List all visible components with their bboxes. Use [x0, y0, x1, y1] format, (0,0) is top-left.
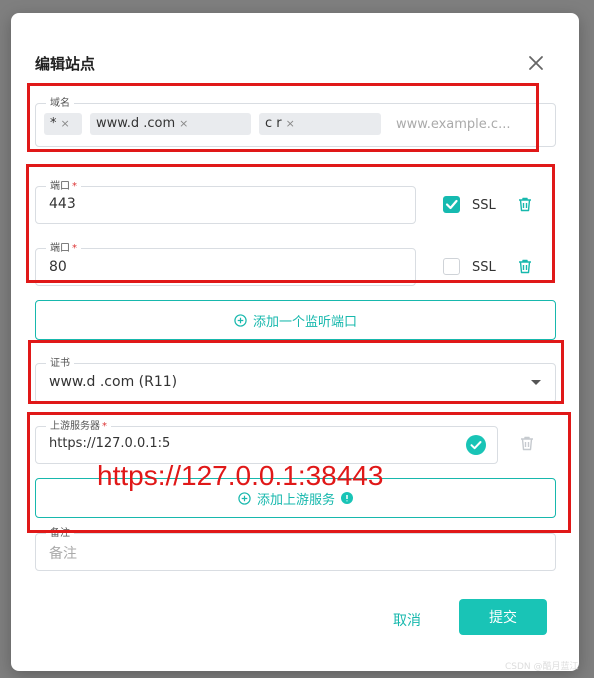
plus-circle-icon: [238, 491, 251, 505]
ssl-label: SSL: [472, 260, 496, 275]
delete-upstream-icon[interactable]: [519, 435, 535, 451]
domain-chip: www.d .com ×: [90, 113, 251, 135]
info-badge-icon: [341, 492, 353, 504]
remark-placeholder: 备注: [49, 546, 77, 562]
port-input-80[interactable]: 端口 * 80: [35, 242, 416, 286]
port-label: 端口 *: [46, 180, 81, 194]
annotation-upstream-url: https://127.0.0.1:38443: [97, 460, 384, 491]
delete-port-icon[interactable]: [517, 196, 533, 212]
submit-button[interactable]: 提交: [459, 599, 547, 635]
upstream-label: 上游服务器 *: [46, 420, 111, 434]
domain-chip: * ×: [44, 113, 82, 135]
port-value: 80: [49, 259, 67, 275]
chip-remove-icon[interactable]: ×: [286, 117, 295, 130]
chevron-down-icon: [531, 380, 541, 385]
domain-chip-text: c r: [265, 116, 282, 131]
domain-chip-text: www.d .com: [96, 116, 176, 131]
add-listen-port-button[interactable]: 添加一个监听端口: [35, 300, 556, 340]
remark-label: 备注: [46, 527, 74, 541]
add-port-label: 添加一个监听端口: [252, 314, 357, 330]
check-circle-icon: [466, 435, 486, 455]
domain-label: 域名: [46, 97, 74, 111]
certificate-select[interactable]: 证书 www.d .com (R11): [35, 357, 556, 403]
port-value: 443: [49, 196, 76, 212]
close-icon[interactable]: [526, 53, 546, 73]
certificate-value: www.d .com (R11): [49, 374, 178, 390]
ssl-checkbox-443[interactable]: [443, 196, 460, 213]
port-input-443[interactable]: 端口 * 443: [35, 180, 416, 224]
chip-remove-icon[interactable]: ×: [61, 117, 70, 130]
ssl-checkbox-80[interactable]: [443, 258, 460, 275]
upstream-value: https://127.0.0.1:5: [49, 436, 171, 451]
dialog-title: 编辑站点: [35, 55, 96, 73]
port-label: 端口 *: [46, 242, 81, 256]
watermark: CSDN @酷月蓝江: [505, 662, 579, 672]
certificate-label: 证书: [46, 357, 74, 371]
domain-field[interactable]: 域名 * × www.d .com × c r × www.example.c...: [35, 97, 556, 147]
remark-input[interactable]: 备注 备注: [35, 527, 556, 571]
domain-chip-text: *: [50, 116, 57, 131]
domain-input-placeholder[interactable]: www.example.c...: [396, 117, 510, 132]
delete-port-icon[interactable]: [517, 258, 533, 274]
upstream-server-input[interactable]: 上游服务器 * https://127.0.0.1:5: [35, 420, 498, 464]
cancel-button[interactable]: 取消: [393, 610, 421, 630]
domain-chip: c r ×: [259, 113, 381, 135]
ssl-label: SSL: [472, 198, 496, 213]
plus-circle-icon: [234, 313, 247, 327]
chip-remove-icon[interactable]: ×: [179, 117, 188, 130]
edit-site-dialog: 编辑站点 域名 * × www.d .com × c r × www.example.…: [11, 13, 579, 671]
